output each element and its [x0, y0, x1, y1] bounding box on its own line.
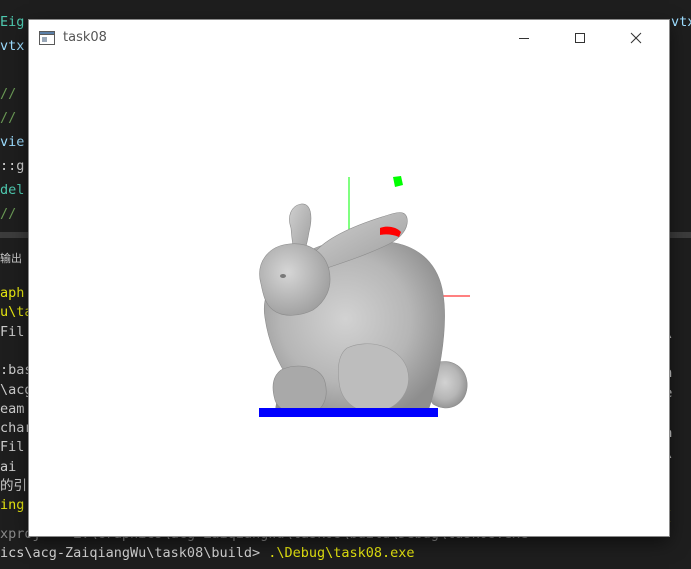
editor-code-line: //	[0, 86, 17, 102]
editor-code-line: Eig	[0, 14, 25, 30]
editor-code-line: ::g	[0, 158, 25, 174]
terminal-line: \acg	[0, 381, 33, 398]
editor-code-line: vie	[0, 134, 25, 150]
title-bar[interactable]: task08	[29, 20, 669, 56]
terminal-line: ai	[0, 458, 17, 475]
window-title: task08	[63, 30, 107, 45]
maximize-icon	[575, 33, 585, 43]
terminal-line: char	[0, 420, 33, 437]
terminal-prompt-line: ics\acg-ZaiqiangWu\task08\build> .\Debug…	[0, 543, 415, 563]
minimize-button[interactable]	[501, 20, 547, 56]
editor-code-line: //	[0, 110, 17, 126]
close-icon	[630, 32, 642, 44]
panel-tab-output[interactable]: 输出	[0, 250, 22, 266]
task08-window[interactable]: task08	[29, 20, 669, 536]
bunny-model	[259, 203, 468, 417]
app-window-icon	[39, 31, 55, 45]
minimize-icon	[519, 38, 529, 39]
terminal-line: Fil	[0, 323, 25, 340]
terminal-line: :bas	[0, 362, 33, 379]
terminal-line: 的引	[0, 478, 27, 494]
floor-bar	[259, 408, 438, 417]
terminal-command: .\Debug\task08.exe	[268, 545, 415, 561]
editor-code-line: //	[0, 206, 25, 222]
editor-code-line: vtx	[0, 38, 25, 54]
editor-code-line: del	[0, 182, 25, 198]
terminal-line: aph	[0, 285, 25, 301]
editor-code-line-right: vtx	[671, 14, 691, 30]
terminal-line: eam	[0, 400, 25, 417]
maximize-button[interactable]	[557, 20, 603, 56]
terminal-prompt-path: ics\acg-ZaiqiangWu\task08\build>	[0, 545, 269, 561]
terminal-line: Fil	[0, 439, 25, 456]
terminal-line: u\ta	[0, 304, 33, 321]
opengl-viewport[interactable]	[29, 56, 669, 536]
terminal-line: ing	[0, 497, 25, 514]
green-marker	[393, 176, 403, 187]
render-canvas[interactable]	[29, 56, 669, 536]
close-button[interactable]	[613, 20, 659, 56]
